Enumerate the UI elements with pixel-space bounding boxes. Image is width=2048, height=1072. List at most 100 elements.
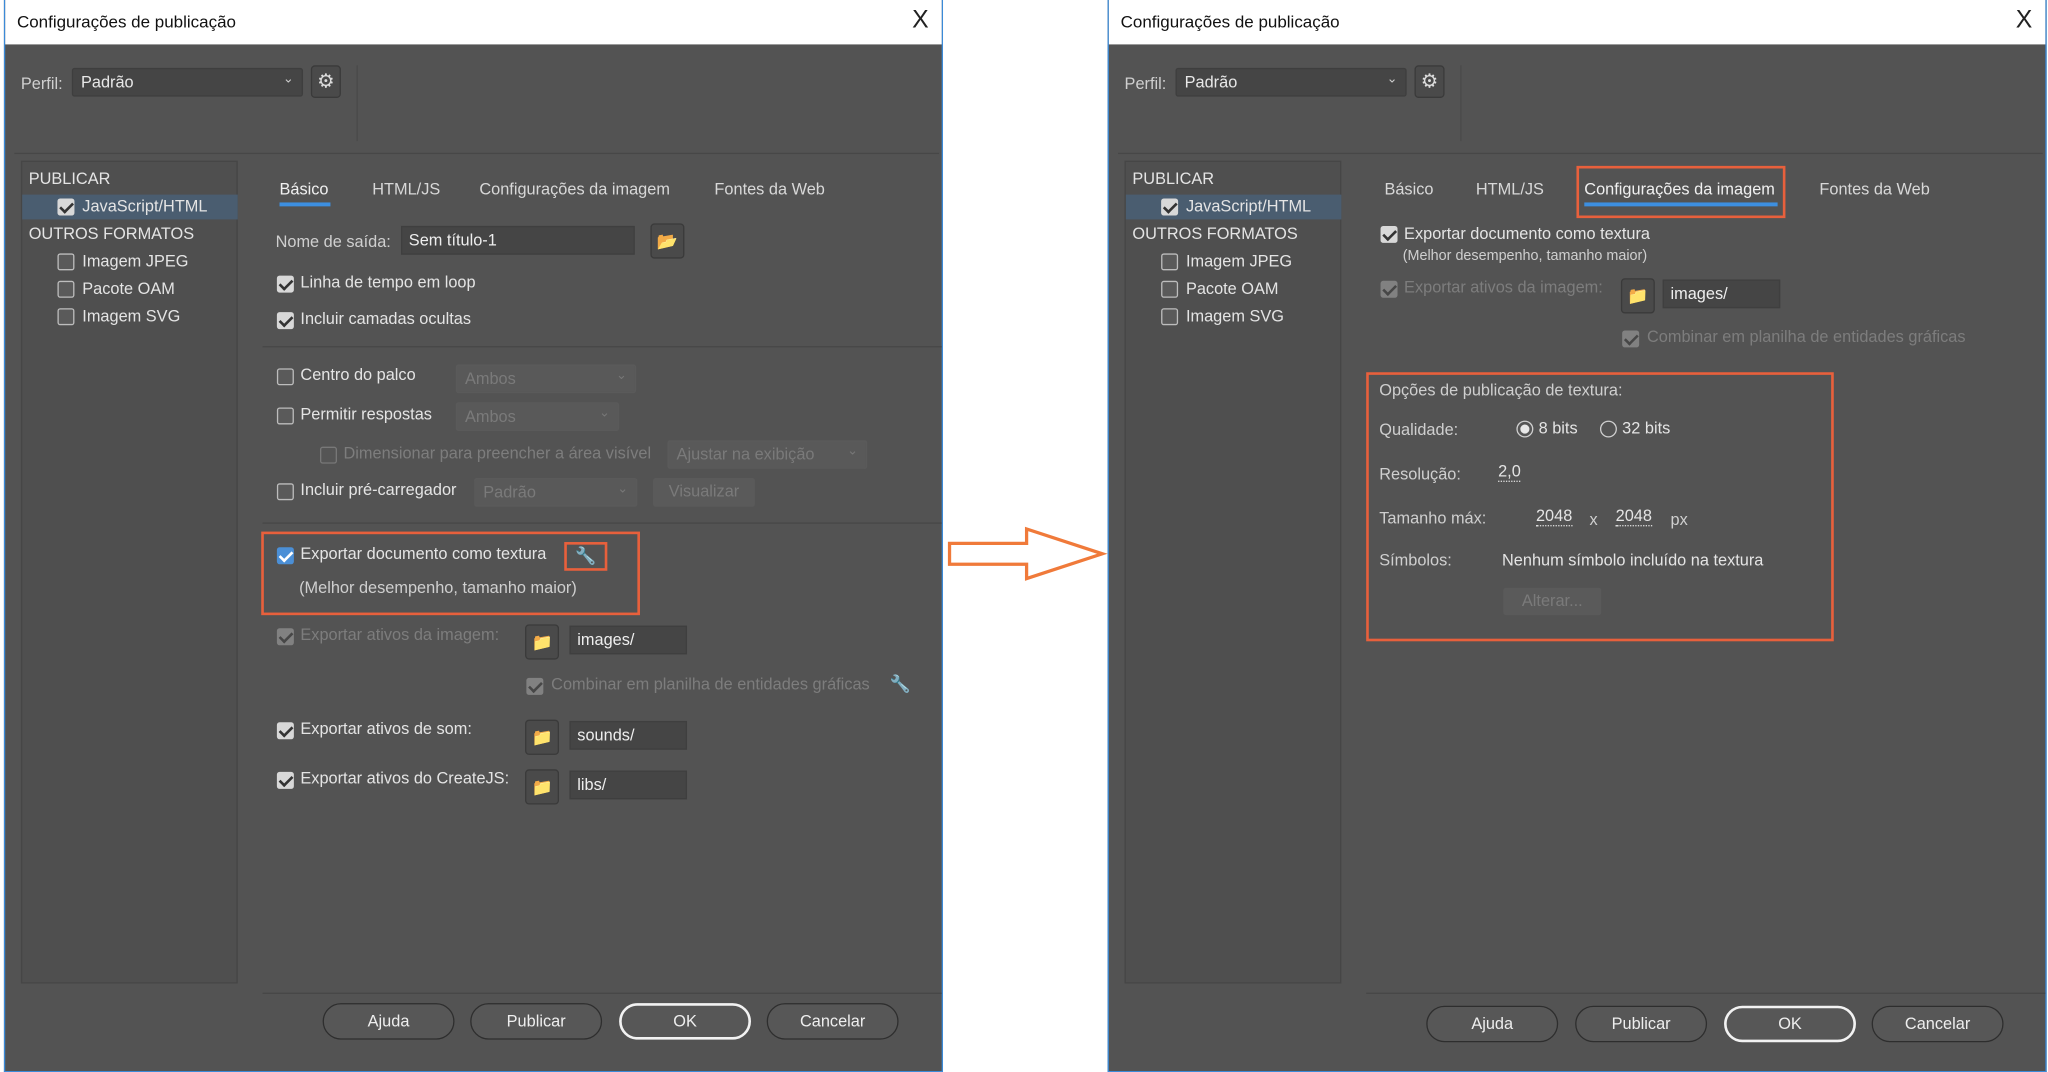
divider bbox=[262, 346, 942, 348]
radio-8-bits[interactable] bbox=[1516, 420, 1534, 438]
radio-8-bits-label: 8 bits bbox=[1538, 419, 1578, 438]
checkbox-preloader[interactable] bbox=[276, 483, 294, 501]
format-sidebar: PUBLICAR JavaScript/HTML OUTROS FORMATOS… bbox=[20, 160, 238, 984]
profile-value: Padrão bbox=[1184, 73, 1238, 92]
tab-web-fonts[interactable]: Fontes da Web bbox=[1819, 180, 1929, 198]
checkbox-combine-spritesheet[interactable] bbox=[526, 677, 544, 695]
checkbox-export-texture[interactable] bbox=[1380, 225, 1398, 243]
export-createjs-assets-label: Exportar ativos do CreateJS: bbox=[300, 769, 510, 788]
checkbox-export-image-assets[interactable] bbox=[1380, 280, 1398, 298]
checkbox-javascript-html[interactable] bbox=[1161, 198, 1179, 216]
sidebar-item-svg[interactable]: Imagem SVG bbox=[82, 307, 180, 325]
preloader-dropdown[interactable]: Padrão ⌄ bbox=[474, 478, 638, 507]
profile-value: Padrão bbox=[80, 73, 134, 92]
cancel-button[interactable]: Cancelar bbox=[1871, 1005, 2004, 1043]
sound-assets-path-input[interactable]: sounds/ bbox=[569, 720, 688, 750]
folder-icon[interactable]: 📁 bbox=[525, 624, 560, 660]
sidebar-item-svg[interactable]: Imagem SVG bbox=[1186, 307, 1284, 325]
checkbox-javascript-html[interactable] bbox=[57, 198, 75, 216]
change-button[interactable]: Alterar... bbox=[1503, 587, 1602, 616]
close-icon[interactable]: X bbox=[912, 7, 929, 36]
ok-button[interactable]: OK bbox=[619, 1003, 752, 1040]
checkbox-combine-spritesheet[interactable] bbox=[1622, 330, 1640, 348]
sidebar-item-oam[interactable]: Pacote OAM bbox=[1186, 280, 1279, 298]
tab-html-js[interactable]: HTML/JS bbox=[1476, 180, 1544, 198]
tab-web-fonts[interactable]: Fontes da Web bbox=[714, 180, 824, 198]
divider bbox=[262, 522, 942, 524]
preloader-label: Incluir pré-carregador bbox=[300, 480, 457, 499]
checkbox-oam[interactable] bbox=[57, 280, 75, 298]
resolution-value[interactable]: 2,0 bbox=[1498, 462, 1521, 482]
loop-timeline-label: Linha de tempo em loop bbox=[300, 272, 476, 292]
publish-button[interactable]: Publicar bbox=[1575, 1005, 1708, 1043]
tab-image-settings[interactable]: Configurações da imagem bbox=[479, 180, 670, 198]
checkbox-loop-timeline[interactable] bbox=[276, 275, 294, 293]
checkbox-responsive[interactable] bbox=[276, 407, 294, 425]
profile-dropdown[interactable]: Padrão ⌄ bbox=[1175, 67, 1407, 97]
help-button[interactable]: Ajuda bbox=[1426, 1005, 1559, 1043]
profile-dropdown[interactable]: Padrão ⌄ bbox=[71, 67, 304, 97]
checkbox-jpeg[interactable] bbox=[57, 253, 75, 271]
checkbox-svg[interactable] bbox=[1161, 308, 1179, 326]
publish-settings-dialog-right: Configurações de publicação X Perfil: Pa… bbox=[1107, 0, 2047, 1072]
wrench-icon[interactable]: 🔧 bbox=[889, 674, 910, 695]
arrow-right-icon bbox=[947, 526, 1108, 581]
checkbox-center-stage[interactable] bbox=[276, 368, 294, 386]
checkbox-hidden-layers[interactable] bbox=[276, 312, 294, 330]
dropdown-value: Padrão bbox=[483, 483, 536, 502]
help-button[interactable]: Ajuda bbox=[322, 1003, 455, 1040]
scale-fill-dropdown[interactable]: Ajustar na exibição ⌄ bbox=[667, 440, 868, 469]
center-stage-label: Centro do palco bbox=[300, 365, 416, 384]
cancel-button[interactable]: Cancelar bbox=[766, 1003, 899, 1040]
preview-button[interactable]: Visualizar bbox=[653, 478, 755, 507]
symbols-value: Nenhum símbolo incluído na textura bbox=[1502, 551, 1764, 570]
tab-html-js[interactable]: HTML/JS bbox=[372, 180, 440, 198]
dropdown-value: Ajustar na exibição bbox=[676, 445, 815, 464]
gear-icon[interactable]: ⚙ bbox=[1414, 65, 1445, 98]
times-label: x bbox=[1589, 510, 1598, 529]
responsive-dropdown[interactable]: Ambos ⌄ bbox=[455, 402, 620, 432]
radio-32-bits-label: 32 bits bbox=[1622, 419, 1671, 438]
export-texture-note: (Melhor desempenho, tamanho maior) bbox=[1402, 248, 1648, 264]
checkbox-export-createjs-assets[interactable] bbox=[276, 771, 294, 789]
max-width-value[interactable]: 2048 bbox=[1535, 507, 1573, 527]
image-assets-path-input[interactable]: images/ bbox=[569, 625, 688, 655]
ok-button[interactable]: OK bbox=[1724, 1005, 1856, 1043]
folder-icon[interactable]: 📁 bbox=[525, 719, 560, 755]
close-icon[interactable]: X bbox=[2016, 7, 2033, 36]
image-assets-path-input[interactable]: images/ bbox=[1662, 279, 1781, 309]
folder-icon[interactable]: 📁 bbox=[525, 769, 560, 805]
tab-basic[interactable]: Básico bbox=[1384, 180, 1433, 198]
checkbox-svg[interactable] bbox=[57, 308, 75, 326]
checkbox-export-sound-assets[interactable] bbox=[276, 722, 294, 740]
export-image-assets-label: Exportar ativos da imagem: bbox=[1404, 278, 1603, 297]
dropdown-value: Ambos bbox=[464, 369, 516, 388]
checkbox-jpeg[interactable] bbox=[1161, 253, 1179, 271]
export-texture-label: Exportar documento como textura bbox=[300, 544, 547, 563]
checkbox-oam[interactable] bbox=[1161, 280, 1179, 298]
tab-basic[interactable]: Básico bbox=[280, 180, 329, 198]
center-stage-dropdown[interactable]: Ambos ⌄ bbox=[455, 364, 637, 394]
unit-label: px bbox=[1670, 510, 1688, 529]
publish-button[interactable]: Publicar bbox=[470, 1003, 603, 1040]
folder-icon[interactable]: 📁 bbox=[1620, 278, 1655, 314]
divider bbox=[14, 152, 940, 155]
radio-32-bits[interactable] bbox=[1599, 420, 1617, 438]
sidebar-item-jpeg[interactable]: Imagem JPEG bbox=[1186, 252, 1292, 270]
wrench-icon[interactable]: 🔧 bbox=[564, 542, 608, 571]
profile-label: Perfil: bbox=[20, 74, 63, 93]
output-name-input[interactable]: Sem título-1 bbox=[400, 225, 635, 255]
createjs-assets-path-input[interactable]: libs/ bbox=[569, 770, 688, 800]
max-height-value[interactable]: 2048 bbox=[1615, 507, 1652, 527]
sidebar-item-jpeg[interactable]: Imagem JPEG bbox=[82, 252, 188, 270]
checkbox-scale-fill[interactable] bbox=[319, 446, 337, 464]
gear-icon[interactable]: ⚙ bbox=[310, 65, 341, 98]
output-name-label: Nome de saída: bbox=[275, 232, 391, 251]
folder-icon[interactable]: 📂 bbox=[650, 223, 685, 259]
checkbox-export-texture[interactable] bbox=[276, 547, 294, 565]
sidebar-item-oam[interactable]: Pacote OAM bbox=[82, 280, 175, 298]
divider bbox=[1366, 992, 2046, 994]
publish-settings-dialog-left: Configurações de publicação X Perfil: Pa… bbox=[3, 0, 944, 1072]
checkbox-export-image-assets[interactable] bbox=[276, 628, 294, 646]
combine-spritesheet-label: Combinar em planilha de entidades gráfic… bbox=[551, 675, 870, 694]
